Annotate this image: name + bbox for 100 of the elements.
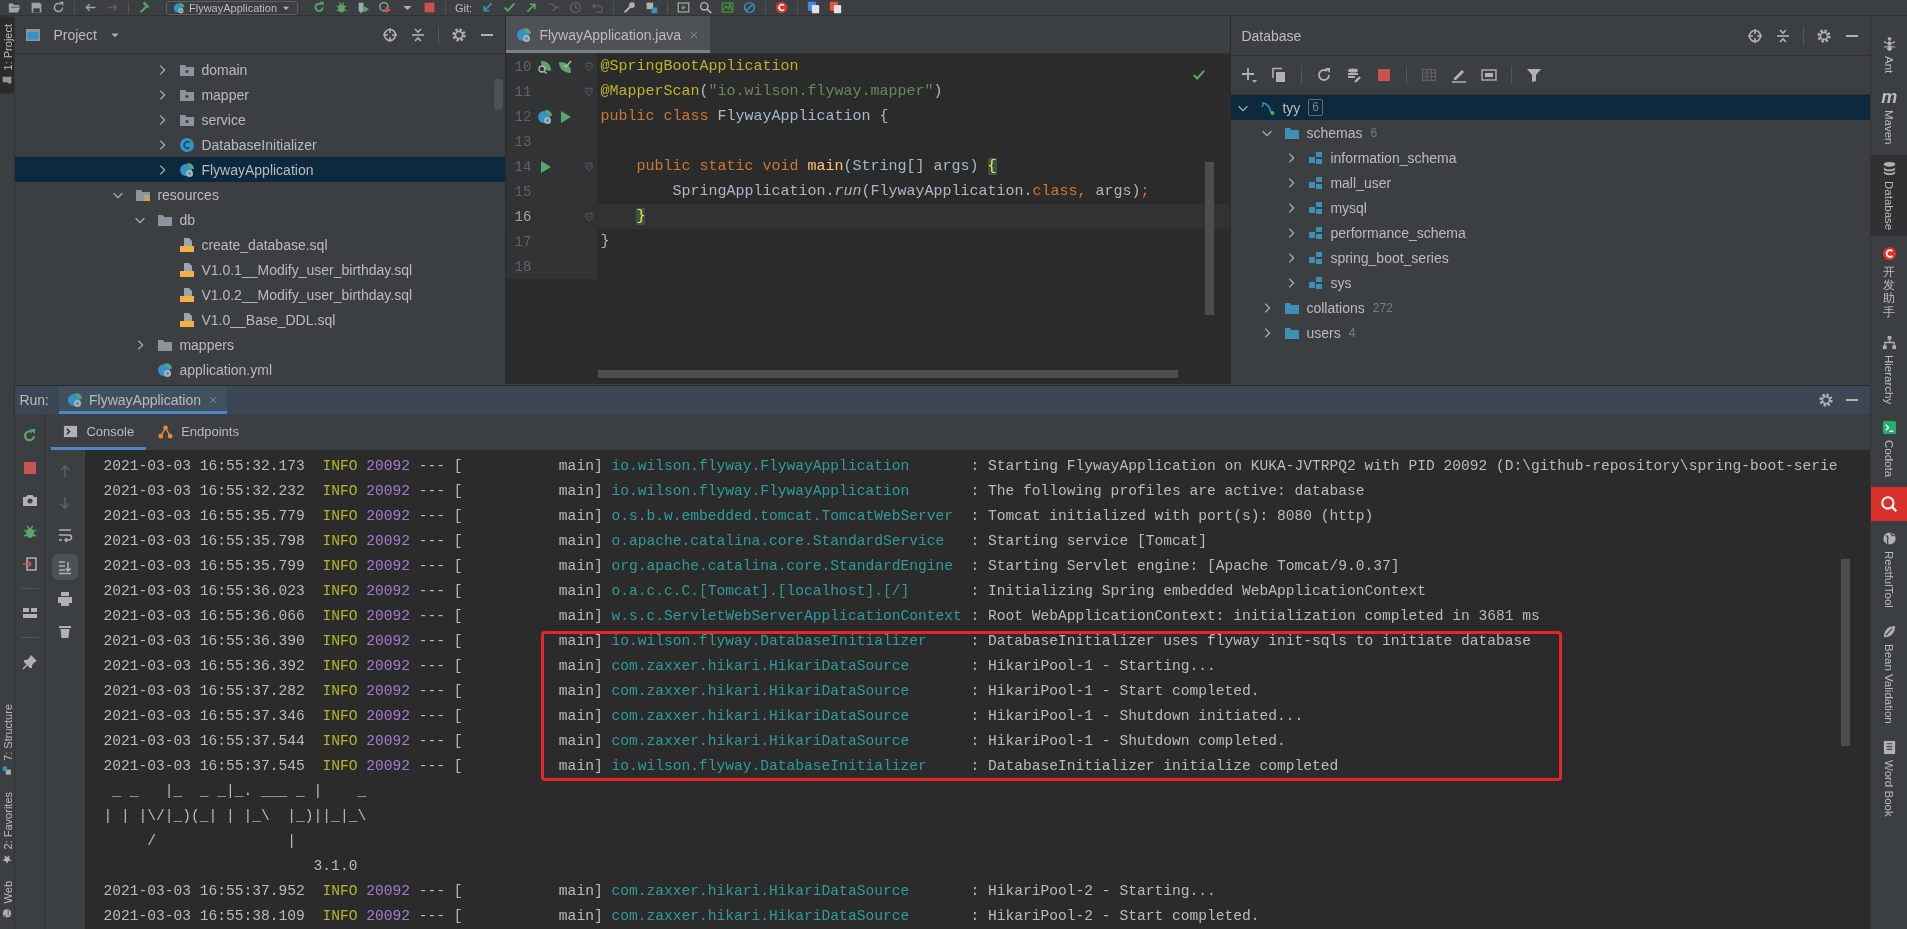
tree-item[interactable]: performance_schema <box>1231 220 1871 245</box>
tree-item[interactable]: spring_boot_series <box>1231 245 1871 270</box>
refresh-icon[interactable] <box>52 1 65 14</box>
hierarchy-icon <box>1881 334 1897 350</box>
tool-window-tab[interactable]: m Maven <box>1871 83 1907 151</box>
arrow-down-left-icon[interactable] <box>481 1 495 14</box>
chart-icon[interactable] <box>721 1 735 14</box>
tool-window-tab[interactable]: Ant <box>1871 30 1907 80</box>
run-window-icon[interactable] <box>677 1 691 14</box>
pin-icon[interactable] <box>21 653 38 670</box>
tool-window-tab[interactable]: Database <box>1871 154 1907 237</box>
tool-window-tab[interactable]: RestfulTool <box>1871 525 1907 614</box>
tool-window-tab[interactable]: Hierarchy <box>1871 328 1907 410</box>
floppy-icon[interactable] <box>30 1 43 14</box>
stop-icon[interactable] <box>1376 67 1393 83</box>
log-line: 2021-03-03 16:55:35.799 INFO 20092 --- [ main] org.apache.catalina.core.StandardEngine : Starting Servlet engine: [Apache Tomcat/9.0.37] <box>103 556 1401 576</box>
stop-icon[interactable] <box>21 459 38 476</box>
bug-icon[interactable] <box>335 1 349 14</box>
settings-icon[interactable] <box>451 26 468 43</box>
circle-arc-icon[interactable] <box>775 1 789 14</box>
crosshair-icon[interactable] <box>1747 27 1764 44</box>
tree-item[interactable]: schemas 6 <box>1231 120 1871 145</box>
run-config-dropdown[interactable]: FlywayApplication <box>166 0 299 15</box>
editor-tab[interactable]: FlywayApplication.java <box>506 16 711 53</box>
wrench-icon[interactable] <box>623 1 637 14</box>
leaf-check-icon[interactable] <box>557 58 574 75</box>
tree-item[interactable]: mall_user <box>1231 170 1871 195</box>
fold-marker-icon[interactable] <box>583 160 596 173</box>
tree-item[interactable]: domain <box>15 57 506 82</box>
translate-icon[interactable] <box>829 1 843 14</box>
exit-icon[interactable] <box>21 555 38 572</box>
tree-item[interactable]: mysql <box>1231 195 1871 220</box>
console-tab[interactable]: Endpoints <box>146 413 251 450</box>
tree-item[interactable]: service <box>15 107 506 132</box>
translate-icon[interactable] <box>807 1 821 14</box>
tree-item[interactable]: FlywayApplication <box>15 157 506 182</box>
schema-icon <box>1308 199 1325 216</box>
rerun-icon[interactable] <box>313 1 327 14</box>
arrow-up-right-icon[interactable] <box>525 1 539 14</box>
no-sign-icon[interactable] <box>743 1 757 14</box>
tree-item[interactable]: V1.0.1__Modify_user_birthday.sql <box>15 257 506 282</box>
tree-item[interactable]: application.yml <box>15 357 506 382</box>
tree-item[interactable]: mapper <box>15 82 506 107</box>
tool-window-tab[interactable]: Bean Validation <box>1871 618 1907 730</box>
tool-window-tab[interactable]: Word Book <box>1871 733 1907 823</box>
crosshair-icon[interactable] <box>382 26 399 43</box>
fold-marker-icon[interactable] <box>583 210 596 223</box>
arrow-left-icon[interactable] <box>84 1 97 14</box>
tree-item[interactable]: collations 272 <box>1231 295 1871 320</box>
collapse-icon[interactable] <box>410 26 427 43</box>
check-icon[interactable] <box>503 1 517 14</box>
collapse-icon[interactable] <box>1775 27 1792 44</box>
console-icon[interactable] <box>1481 67 1498 83</box>
tool-window-tab[interactable]: Web <box>0 872 15 926</box>
fold-marker-icon[interactable] <box>583 85 596 98</box>
settings-icon[interactable] <box>1818 391 1835 408</box>
tree-item[interactable]: users 4 <box>1231 320 1871 345</box>
tree-item[interactable]: mappers <box>15 332 506 357</box>
clock-play-icon[interactable] <box>379 1 393 14</box>
plus-icon[interactable] <box>1241 67 1258 83</box>
tree-item[interactable]: resources <box>15 182 506 207</box>
tool-window-tab[interactable]: 7: Structure <box>0 696 15 785</box>
pencil-icon[interactable] <box>1451 67 1468 83</box>
tree-item[interactable]: sys <box>1231 270 1871 295</box>
settings-icon[interactable] <box>1816 27 1833 44</box>
structure-icon[interactable] <box>645 1 659 14</box>
search-button[interactable] <box>1871 487 1907 522</box>
tool-window-tab[interactable]: Codota <box>1871 414 1907 484</box>
printer-icon[interactable] <box>57 590 74 607</box>
tree-item[interactable]: information_schema <box>1231 145 1871 170</box>
tree-item[interactable]: tyy 6 <box>1231 95 1871 120</box>
run-tab[interactable]: FlywayApplication <box>59 385 228 414</box>
copy-icon[interactable] <box>1271 67 1288 83</box>
leaf-magnifier-icon[interactable] <box>537 58 554 75</box>
tree-item[interactable]: DatabaseInitializer <box>15 132 506 157</box>
shield-play-icon[interactable] <box>357 1 371 14</box>
folder-icon[interactable] <box>8 1 21 14</box>
class-icon <box>179 136 196 153</box>
stop-icon[interactable] <box>423 1 437 14</box>
leaf-gear-icon[interactable] <box>537 108 554 125</box>
tool-window-tab[interactable]: 开发助手 <box>1871 240 1907 325</box>
fold-marker-icon[interactable] <box>583 60 596 73</box>
rerun-icon[interactable] <box>21 427 38 444</box>
filter-icon[interactable] <box>1526 67 1543 83</box>
bug-icon[interactable] <box>21 523 38 540</box>
database-wrench-icon[interactable] <box>1346 67 1363 83</box>
tool-window-tab[interactable]: 2: Favorites <box>0 784 15 873</box>
console-tab[interactable]: Console <box>51 413 147 450</box>
hammer-icon[interactable] <box>138 1 151 14</box>
tree-item[interactable]: V1.0__Base_DDL.sql <box>15 307 506 332</box>
search-icon[interactable] <box>699 1 713 14</box>
refresh-icon[interactable] <box>1316 67 1333 83</box>
tool-window-tab[interactable]: 1: Project <box>0 16 15 94</box>
tree-item[interactable]: db <box>15 207 506 232</box>
tree-item[interactable]: V1.0.2__Modify_user_birthday.sql <box>15 282 506 307</box>
log-line: 2021-03-03 16:55:37.282 INFO 20092 --- [ main] com.zaxxer.hikari.HikariDataSource : HikariPool-1 - Start completed. <box>103 681 1261 701</box>
leaf-gear-icon <box>157 361 174 378</box>
wrap-icon[interactable] <box>57 526 74 543</box>
terminal-icon <box>63 424 79 440</box>
tree-item[interactable]: create_database.sql <box>15 232 506 257</box>
